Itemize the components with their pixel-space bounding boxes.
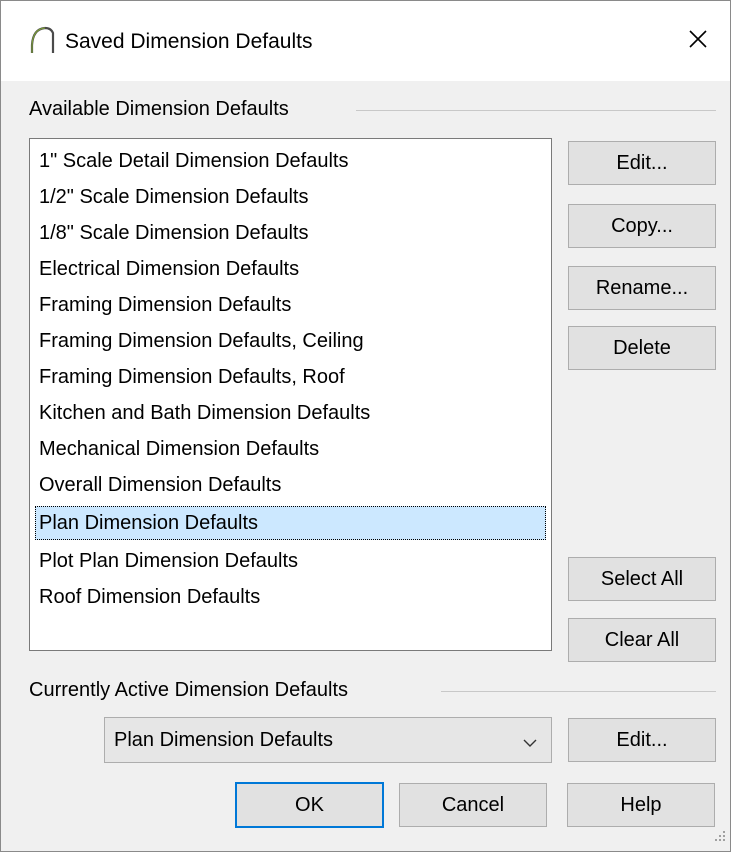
- active-group-divider: [441, 691, 716, 692]
- delete-button[interactable]: Delete: [568, 326, 716, 370]
- list-item[interactable]: 1/2" Scale Dimension Defaults: [35, 180, 546, 214]
- close-icon: [689, 29, 707, 53]
- list-item[interactable]: 1" Scale Detail Dimension Defaults: [35, 144, 546, 178]
- copy-button[interactable]: Copy...: [568, 204, 716, 248]
- list-item[interactable]: Kitchen and Bath Dimension Defaults: [35, 396, 546, 430]
- rename-button[interactable]: Rename...: [568, 266, 716, 310]
- title-bar[interactable]: Saved Dimension Defaults: [1, 1, 730, 81]
- list-item[interactable]: Roof Dimension Defaults: [35, 580, 546, 614]
- available-group-divider: [356, 110, 716, 111]
- list-item[interactable]: Plot Plan Dimension Defaults: [35, 544, 546, 578]
- window-title: Saved Dimension Defaults: [65, 30, 313, 53]
- active-group-label: Currently Active Dimension Defaults: [29, 679, 349, 701]
- list-item[interactable]: Overall Dimension Defaults: [35, 468, 546, 502]
- resize-grip-icon[interactable]: [714, 829, 726, 847]
- available-group-label: Available Dimension Defaults: [29, 98, 289, 120]
- ok-button[interactable]: OK: [235, 782, 384, 828]
- cancel-button[interactable]: Cancel: [399, 783, 547, 827]
- available-defaults-list[interactable]: 1" Scale Detail Dimension Defaults 1/2" …: [29, 138, 552, 651]
- list-item[interactable]: Mechanical Dimension Defaults: [35, 432, 546, 466]
- list-item[interactable]: Framing Dimension Defaults, Ceiling: [35, 324, 546, 358]
- chevron-down-icon: [523, 735, 537, 753]
- list-item-selected[interactable]: Plan Dimension Defaults: [35, 506, 546, 540]
- clear-all-button[interactable]: Clear All: [568, 618, 716, 662]
- close-button[interactable]: [680, 23, 716, 59]
- dropdown-value: Plan Dimension Defaults: [114, 729, 333, 751]
- list-item[interactable]: Framing Dimension Defaults, Roof: [35, 360, 546, 394]
- select-all-button[interactable]: Select All: [568, 557, 716, 601]
- list-item[interactable]: 1/8" Scale Dimension Defaults: [35, 216, 546, 250]
- list-item[interactable]: Framing Dimension Defaults: [35, 288, 546, 322]
- arc-icon: [29, 25, 55, 60]
- active-defaults-dropdown[interactable]: Plan Dimension Defaults: [104, 717, 552, 763]
- edit-button[interactable]: Edit...: [568, 141, 716, 185]
- saved-dimension-defaults-dialog: Saved Dimension Defaults Available Dimen…: [0, 0, 731, 852]
- help-button[interactable]: Help: [567, 783, 715, 827]
- active-edit-button[interactable]: Edit...: [568, 718, 716, 762]
- list-item[interactable]: Electrical Dimension Defaults: [35, 252, 546, 286]
